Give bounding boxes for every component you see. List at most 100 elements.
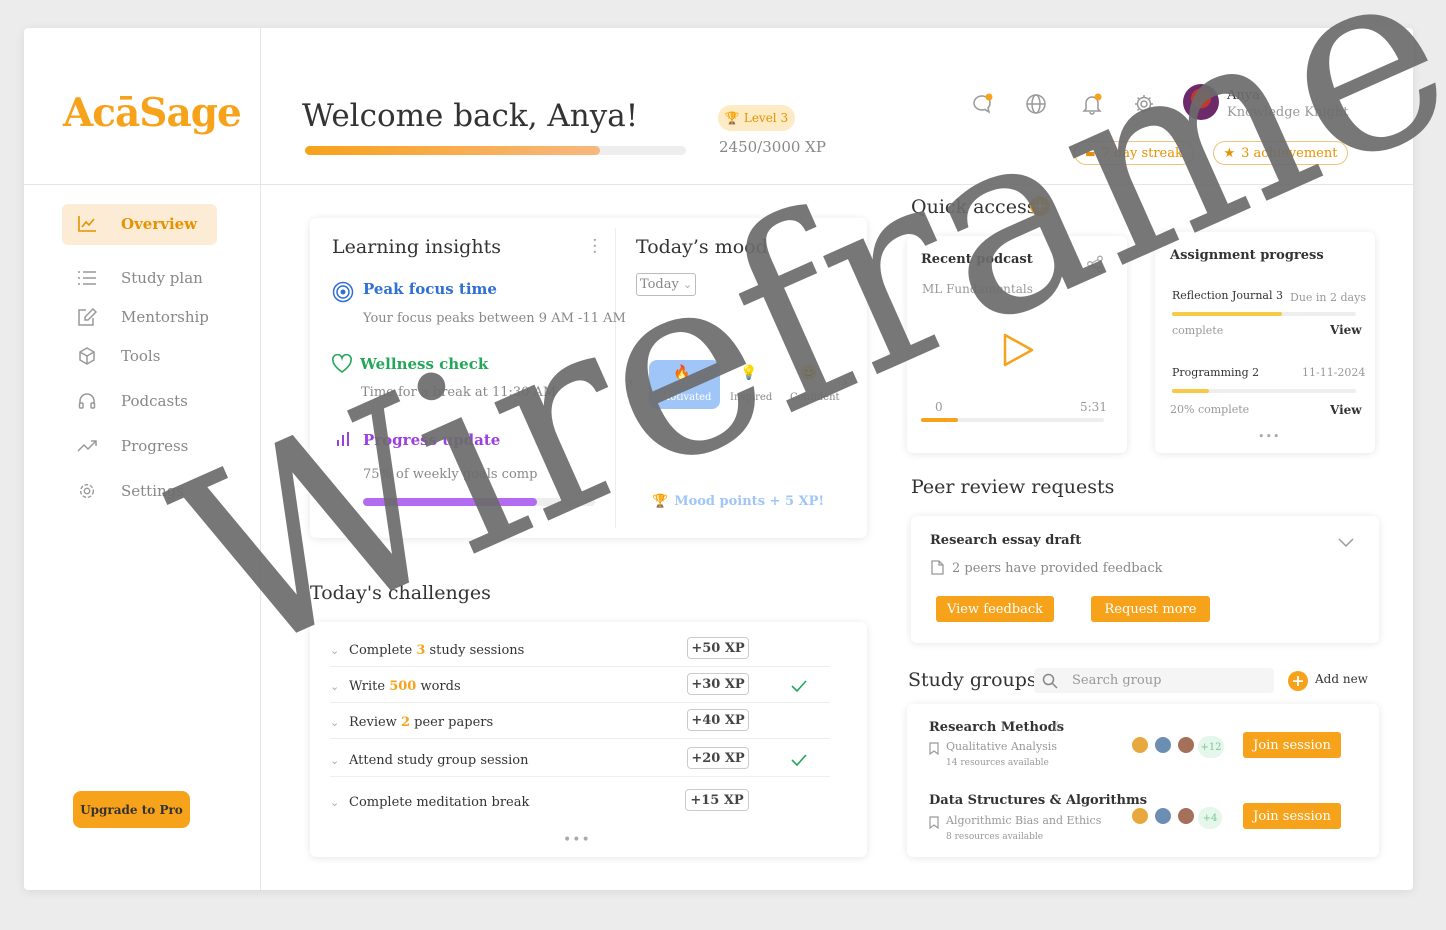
star-outline-icon[interactable]: ☆ bbox=[1051, 719, 1064, 735]
chevron-down-icon[interactable]: ⌄ bbox=[330, 796, 339, 809]
sidebar-item-settings[interactable]: Settings bbox=[77, 481, 184, 501]
more-horizontal-icon[interactable]: ••• bbox=[563, 832, 591, 848]
avatar bbox=[1130, 735, 1150, 755]
sidebar-item-label: Progress bbox=[121, 437, 189, 455]
sidebar-item-mentorship[interactable]: Mentorship bbox=[77, 308, 209, 326]
challenge-label: Complete 3 study sessions bbox=[349, 643, 525, 658]
podcast-time-start: 0 bbox=[935, 400, 943, 414]
sidebar-item-progress[interactable]: Progress bbox=[77, 437, 188, 455]
chat-icon[interactable] bbox=[970, 92, 994, 116]
assignment-card bbox=[1155, 232, 1375, 453]
search-placeholder: Search group bbox=[1072, 673, 1162, 688]
mood-label[interactable]: Inspired bbox=[730, 392, 772, 403]
challenge-label: Attend study group session bbox=[349, 753, 529, 768]
weekly-goal-bar bbox=[363, 498, 595, 506]
group-name: Data Structures & Algorithms bbox=[929, 793, 1148, 808]
add-quick-access-button[interactable]: + bbox=[1030, 196, 1050, 216]
group-resources: 8 resources available bbox=[946, 832, 1044, 842]
assignment-progress-fill bbox=[1172, 312, 1283, 316]
xp-text: 2450/3000 XP bbox=[719, 138, 826, 156]
challenge-row[interactable]: ⌄ Attend study group session bbox=[330, 751, 830, 775]
chart-icon bbox=[77, 215, 97, 233]
fire-icon: 🔥 bbox=[673, 365, 691, 381]
insights-title: Learning insights bbox=[332, 236, 501, 258]
challenge-row[interactable]: ⌄ Complete 3 study sessions bbox=[330, 641, 830, 665]
avatar bbox=[1153, 735, 1173, 755]
podcast-progress-bar[interactable] bbox=[921, 418, 1104, 422]
headphones-icon bbox=[77, 392, 97, 410]
streak-badge[interactable]: ▬ 7 day streak bbox=[1074, 141, 1194, 165]
podcast-title: Recent podcast bbox=[921, 252, 1033, 267]
play-icon[interactable] bbox=[1002, 333, 1034, 371]
xp-reward-badge: +15 XP bbox=[685, 789, 749, 811]
view-assignment-link[interactable]: View bbox=[1330, 323, 1362, 337]
chevron-down-icon[interactable]: ⌄ bbox=[330, 680, 339, 693]
sidebar-item-overview[interactable]: Overview bbox=[77, 215, 197, 233]
bell-icon[interactable] bbox=[1080, 92, 1104, 116]
sidebar-item-label: Mentorship bbox=[121, 308, 209, 326]
achievement-label: 3 achievement bbox=[1241, 145, 1338, 161]
chevron-down-icon[interactable] bbox=[1338, 533, 1354, 552]
cube-icon bbox=[77, 347, 97, 365]
challenge-label: Write 500 words bbox=[349, 679, 461, 694]
xp-reward-badge: +40 XP bbox=[687, 709, 749, 731]
chevron-left-icon[interactable]: ‹ bbox=[628, 372, 634, 391]
logo[interactable]: AcāSage bbox=[63, 90, 242, 136]
challenge-row[interactable]: ⌄ Complete meditation break bbox=[330, 793, 830, 817]
more-horizontal-icon[interactable]: ••• bbox=[1258, 430, 1280, 443]
avatar[interactable] bbox=[1183, 84, 1219, 120]
chevron-right-icon[interactable]: › bbox=[842, 372, 848, 391]
challenge-row[interactable]: ⌄ Review 2 peer papers bbox=[330, 713, 830, 737]
quick-access-title: Quick access bbox=[911, 196, 1037, 218]
mood-title: Today’s mood bbox=[636, 236, 768, 258]
card-divider bbox=[615, 228, 616, 528]
xp-reward-badge: +50 XP bbox=[687, 637, 749, 659]
gear-icon[interactable] bbox=[1132, 92, 1156, 116]
challenge-row[interactable]: ⌄ Write 500 words bbox=[330, 677, 830, 701]
peak-focus-title: Peak focus time bbox=[363, 280, 497, 298]
search-group-input[interactable]: Search group bbox=[1034, 668, 1274, 693]
globe-icon[interactable] bbox=[1024, 92, 1048, 116]
more-vertical-icon[interactable]: · · · bbox=[592, 232, 598, 262]
member-count-badge: +4 bbox=[1198, 807, 1222, 829]
sidebar-item-tools[interactable]: Tools bbox=[77, 347, 160, 365]
mood-label[interactable]: Confident bbox=[790, 392, 840, 403]
search-icon bbox=[1042, 673, 1058, 689]
peak-focus-text: Your focus peaks between 9 AM -11 AM bbox=[363, 311, 626, 326]
achievement-badge[interactable]: ★ 3 achievement bbox=[1213, 141, 1348, 165]
edit-icon bbox=[77, 308, 97, 326]
join-session-button[interactable]: Join session bbox=[1243, 732, 1341, 758]
mood-label: Motivated bbox=[660, 392, 712, 403]
row-divider bbox=[330, 738, 830, 739]
chevron-down-icon: ⌄ bbox=[682, 278, 693, 291]
header-divider bbox=[24, 184, 1413, 185]
view-feedback-button[interactable]: View feedback bbox=[936, 596, 1054, 622]
upgrade-button[interactable]: Upgrade to Pro bbox=[73, 791, 190, 828]
trend-icon bbox=[77, 439, 97, 453]
chevron-down-icon[interactable]: ⌄ bbox=[330, 644, 339, 657]
group-name: Research Methods bbox=[929, 720, 1065, 735]
row-divider bbox=[330, 776, 830, 777]
sidebar-item-label: Settings bbox=[121, 482, 184, 500]
avatar bbox=[1176, 806, 1196, 826]
mood-filter-value: Today bbox=[639, 277, 679, 292]
chevron-down-icon[interactable]: ⌄ bbox=[330, 754, 339, 767]
lightbulb-icon: 💡 bbox=[740, 365, 758, 381]
sidebar-item-study-plan[interactable]: Study plan bbox=[77, 269, 203, 287]
sidebar-item-label: Study plan bbox=[121, 269, 203, 287]
group-resources: 14 resources available bbox=[946, 758, 1049, 768]
request-more-button[interactable]: Request more bbox=[1091, 596, 1210, 622]
heart-icon bbox=[331, 353, 353, 378]
chevron-down-icon[interactable]: ⌄ bbox=[330, 716, 339, 729]
mood-filter-select[interactable]: Today ⌄ bbox=[636, 273, 696, 296]
sidebar-item-label: Overview bbox=[121, 215, 198, 233]
check-icon bbox=[791, 677, 807, 696]
add-group-icon[interactable]: + bbox=[1288, 671, 1308, 691]
view-assignment-link[interactable]: View bbox=[1330, 403, 1362, 417]
add-new-button[interactable]: Add new bbox=[1315, 672, 1368, 686]
sidebar-item-podcasts[interactable]: Podcasts bbox=[77, 392, 188, 410]
sidebar-item-label: Podcasts bbox=[121, 392, 188, 410]
share-icon[interactable] bbox=[1086, 255, 1104, 277]
group-topic: Algorithmic Bias and Ethics bbox=[946, 814, 1102, 827]
join-session-button[interactable]: Join session bbox=[1243, 803, 1341, 829]
